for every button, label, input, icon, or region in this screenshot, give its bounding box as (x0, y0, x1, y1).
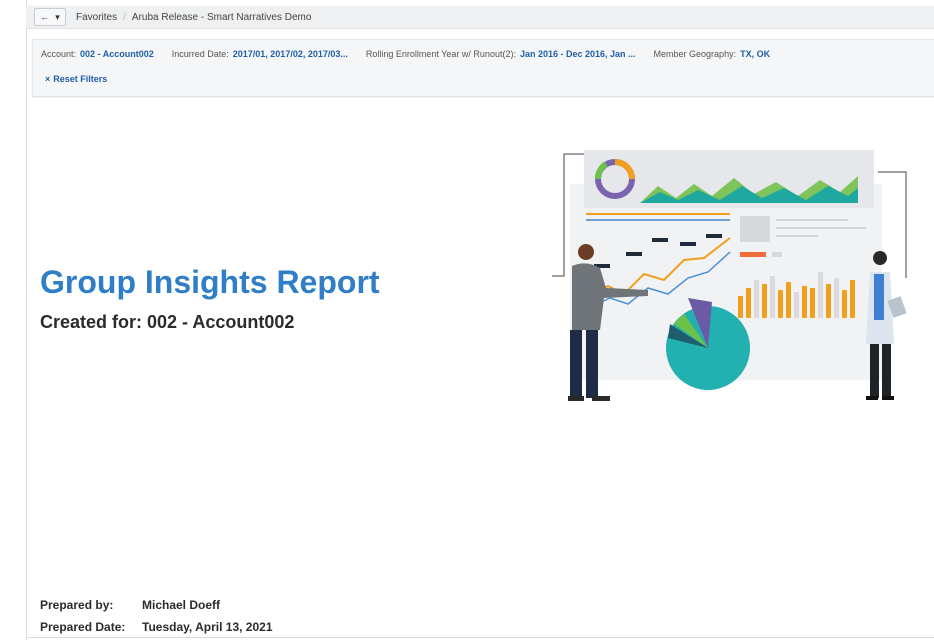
filter-value[interactable]: TX, OK (740, 49, 770, 59)
filter-account[interactable]: Account: 002 - Account002 (41, 49, 154, 59)
breadcrumb-favorites[interactable]: Favorites (76, 12, 117, 23)
report-subtitle: Created for: 002 - Account002 (40, 312, 295, 332)
prepared-date-value: Tuesday, April 13, 2021 (142, 620, 273, 634)
analytics-illustration (552, 150, 907, 401)
page-left-border (26, 0, 27, 640)
back-arrow-icon: ← (40, 12, 50, 22)
filter-value[interactable]: 2017/01, 2017/02, 2017/03... (233, 49, 348, 59)
reset-filters-button[interactable]: × Reset Filters (45, 74, 107, 84)
prepared-by-label: Prepared by: (40, 598, 114, 612)
breadcrumb-separator: / (123, 11, 126, 23)
filter-row: Account: 002 - Account002 Incurred Date: 2… (41, 49, 770, 59)
breadcrumb: Favorites / Aruba Release - Smart Narrat… (76, 12, 311, 23)
placeholder-block (740, 216, 770, 242)
filter-enrollment-year[interactable]: Rolling Enrollment Year w/ Runout(2): Jan… (366, 49, 636, 59)
filter-label: Rolling Enrollment Year w/ Runout(2): (365, 49, 516, 59)
close-icon: × (45, 74, 51, 84)
filter-label: Incurred Date: (171, 49, 229, 59)
report-title: Group Insights Report (40, 264, 380, 300)
filter-incurred-date[interactable]: Incurred Date: 2017/01, 2017/02, 2017/03.… (172, 49, 348, 59)
grey-marker (772, 252, 782, 257)
back-menu-button[interactable]: ← ▾ (34, 8, 66, 26)
prepared-by-row: Prepared by: Michael Doeff (40, 598, 220, 612)
orange-marker (740, 252, 766, 257)
reset-filters-label: Reset Filters (53, 74, 108, 84)
breadcrumb-current: Aruba Release - Smart Narratives Demo (131, 11, 312, 23)
chevron-down-icon: ▾ (55, 11, 60, 22)
woman-presenter-figure (866, 251, 907, 400)
filter-value[interactable]: Jan 2016 - Dec 2016, Jan ... (520, 49, 636, 59)
breadcrumb-bar: ← ▾ Favorites / Aruba Release - Smart Na… (26, 6, 934, 29)
prepared-date-row: Prepared Date: Tuesday, April 13, 2021 (40, 620, 273, 634)
filter-bar: Account: 002 - Account002 Incurred Date: 2… (32, 39, 934, 97)
prepared-date-label: Prepared Date: (40, 620, 126, 634)
filter-value[interactable]: 002 - Account002 (80, 49, 154, 59)
filter-label: Member Geography: (653, 49, 737, 59)
page-bottom-border (26, 637, 934, 638)
prepared-by-value: Michael Doeff (142, 598, 221, 612)
filter-member-geography[interactable]: Member Geography: TX, OK (654, 49, 771, 59)
filter-label: Account: (41, 49, 77, 59)
